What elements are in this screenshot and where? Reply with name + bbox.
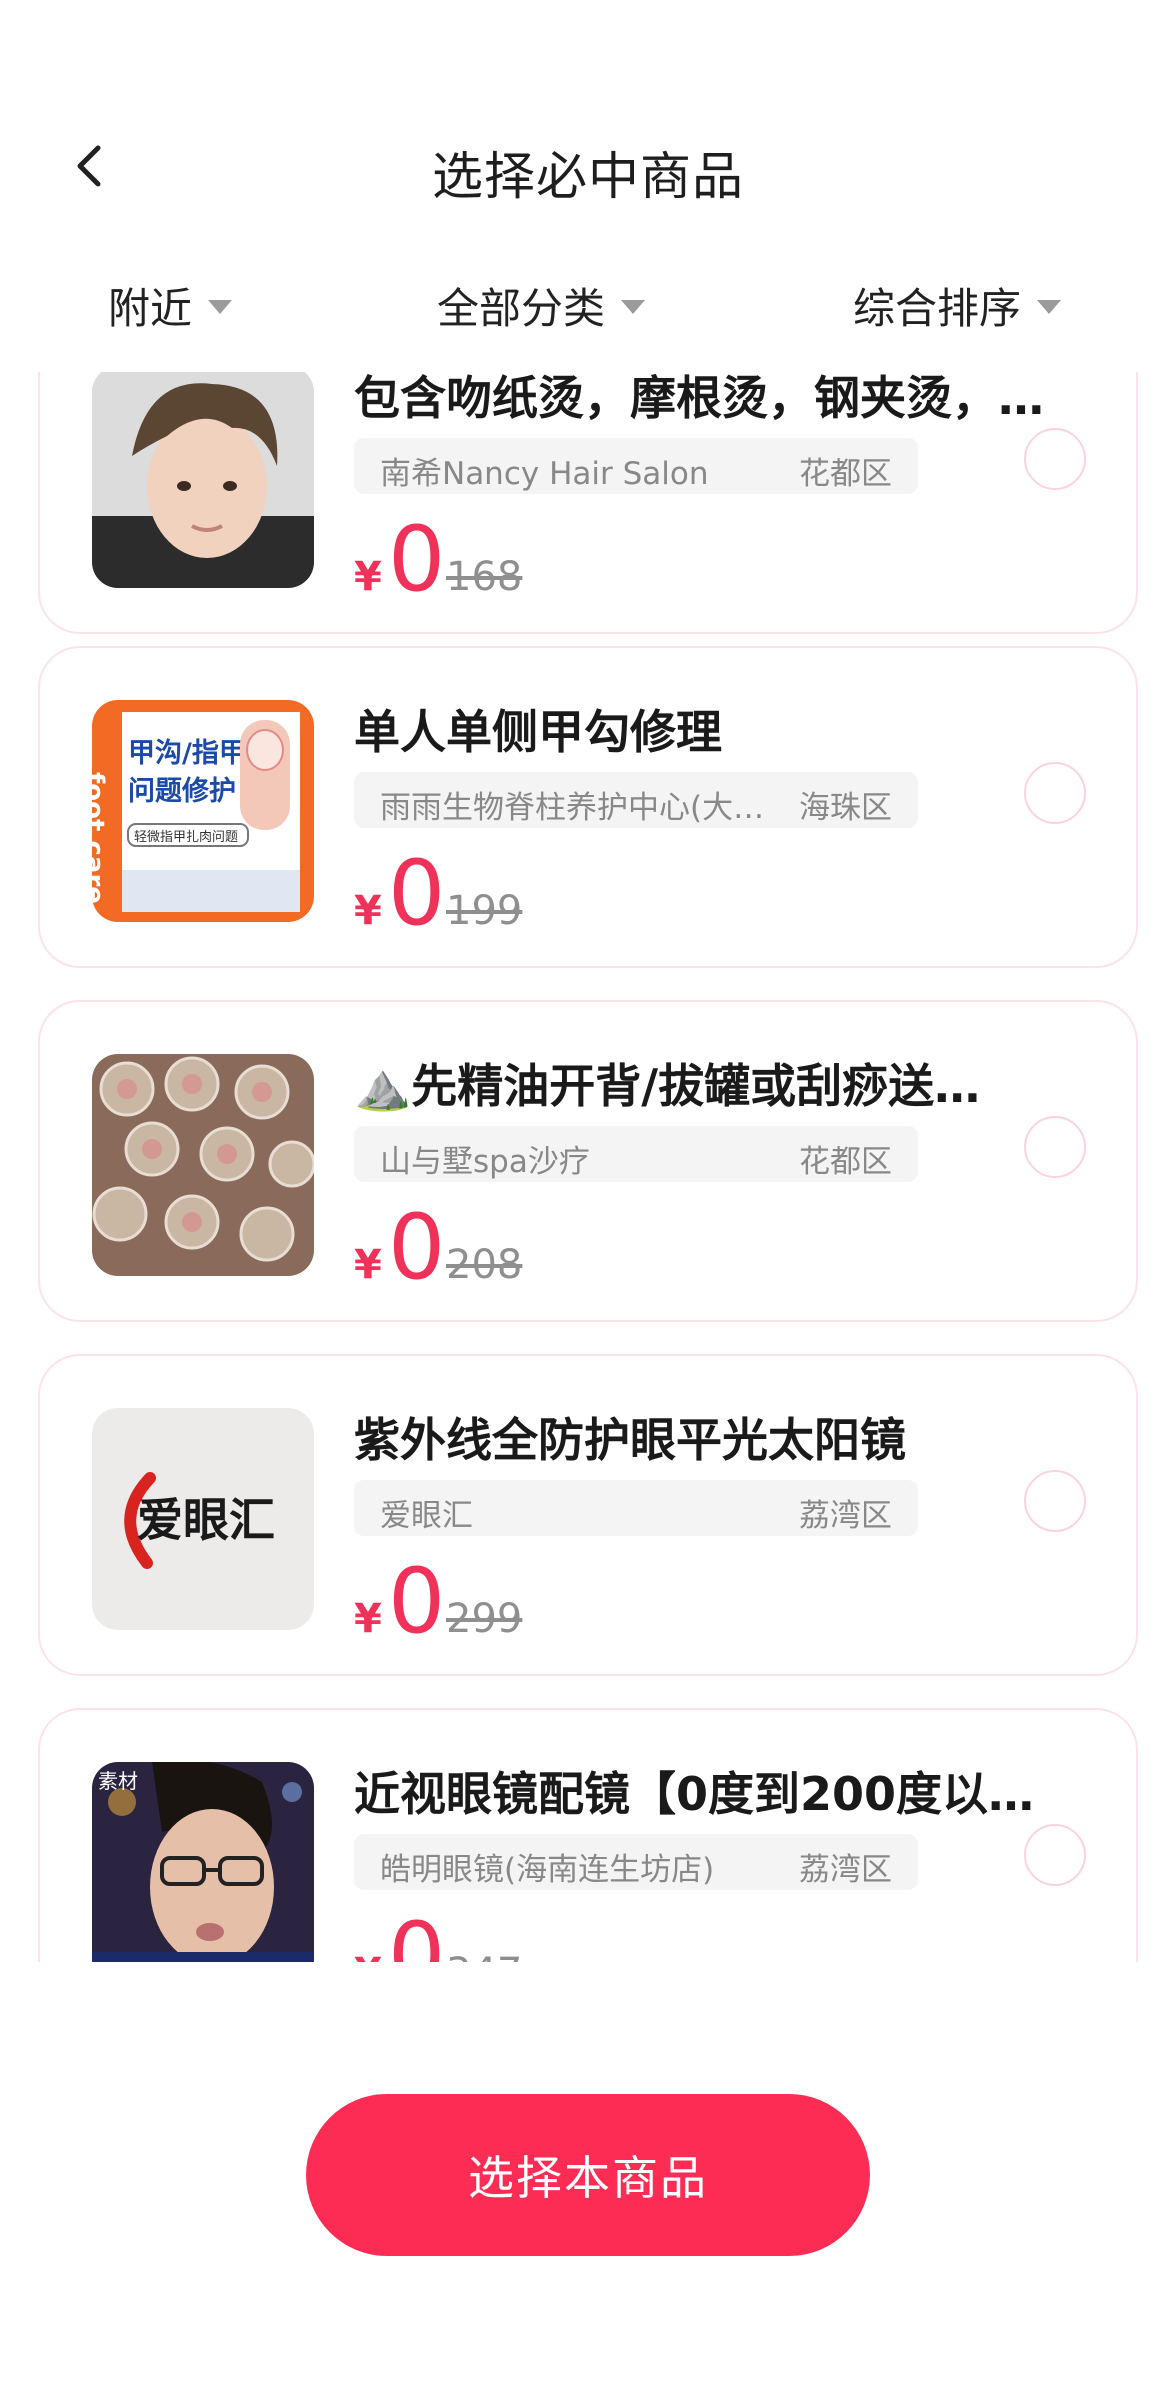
thumb-logo-text: 爱眼汇 <box>137 1493 275 1547</box>
filter-nearby[interactable]: 附近 <box>108 270 233 340</box>
price-row: ¥ 0 208 <box>354 1200 654 1296</box>
shop-info: 南希Nancy Hair Salon 花都区 <box>354 438 918 494</box>
currency-symbol: ¥ <box>354 1950 382 1962</box>
filter-category-label: 全部分类 <box>437 283 606 333</box>
original-price: 199 <box>446 888 523 934</box>
price: 0 <box>388 1549 446 1654</box>
price-row: ¥ 0 347 <box>354 1903 654 1963</box>
currency-symbol: ¥ <box>354 1596 382 1642</box>
currency-symbol: ¥ <box>354 554 382 600</box>
select-radio[interactable] <box>1024 1824 1086 1886</box>
price-row: ¥ 0 199 <box>354 846 654 942</box>
filter-sort[interactable]: 综合排序 <box>853 270 1062 340</box>
thumb-tag: 轻微指甲扎肉问题 <box>134 830 238 845</box>
select-product-button[interactable]: 选择本商品 <box>306 2094 870 2256</box>
price: 0 <box>388 841 446 946</box>
product-thumbnail: 素材 <box>92 1762 314 1962</box>
original-price: 299 <box>446 1596 523 1642</box>
filter-nearby-label: 附近 <box>108 283 193 333</box>
shop-name: 皓明眼镜(海南连生坊店) <box>380 1852 715 1888</box>
original-price: 168 <box>446 554 523 600</box>
filter-sort-label: 综合排序 <box>853 283 1022 333</box>
product-thumbnail <box>92 372 314 588</box>
price: 0 <box>388 1195 446 1300</box>
caret-down-icon <box>208 300 233 314</box>
product-title: 近视眼镜配镜【0度到200度以内… <box>354 1767 1074 1821</box>
shop-info: 山与墅spa沙疗 花都区 <box>354 1126 918 1182</box>
shop-district: 荔湾区 <box>799 1498 892 1534</box>
currency-symbol: ¥ <box>354 888 382 934</box>
product-title: 紫外线全防护眼平光太阳镜 <box>354 1413 906 1467</box>
select-radio[interactable] <box>1024 1470 1086 1532</box>
shop-district: 花都区 <box>799 456 892 492</box>
shop-info: 雨雨生物脊柱养护中心(大… 海珠区 <box>354 772 918 828</box>
original-price: 208 <box>446 1242 523 1288</box>
select-radio[interactable] <box>1024 428 1086 490</box>
select-radio[interactable] <box>1024 762 1086 824</box>
currency-symbol: ¥ <box>354 1242 382 1288</box>
product-title: ⛰️先精油开背/拔罐或刮痧送… <box>354 1059 981 1113</box>
product-list[interactable]: 包含吻纸烫，摩根烫，钢夹烫，… 南希Nancy Hair Salon 花都区 ¥… <box>0 372 1176 1962</box>
product-card[interactable]: 爱眼汇 紫外线全防护眼平光太阳镜 爱眼汇 荔湾区 ¥ 0 299 <box>38 1354 1138 1676</box>
header: 选择必中商品 <box>0 100 1176 230</box>
thumb-corner-text: 素材 <box>98 1769 138 1793</box>
shop-name: 山与墅spa沙疗 <box>380 1144 590 1180</box>
thumb-line1: 甲沟/指甲 <box>128 738 246 769</box>
product-thumbnail <box>92 1054 314 1276</box>
product-thumbnail: foot care 甲沟/指甲 问题修护 轻微指甲扎肉问题 <box>92 700 314 922</box>
shop-info: 爱眼汇 荔湾区 <box>354 1480 918 1536</box>
caret-down-icon <box>1037 300 1062 314</box>
price-row: ¥ 0 299 <box>354 1554 654 1650</box>
bottom-sheet: 选择必中商品 附近 全部分类 综合排序 包含吻纸烫，摩根烫，钢夹烫，… 南希Na… <box>0 0 1176 2400</box>
shop-info: 皓明眼镜(海南连生坊店) 荔湾区 <box>354 1834 918 1890</box>
shop-district: 荔湾区 <box>799 1852 892 1888</box>
filter-category[interactable]: 全部分类 <box>437 270 646 340</box>
original-price: 347 <box>446 1950 522 1962</box>
price: 0 <box>388 507 446 612</box>
price: 0 <box>388 1903 446 1963</box>
thumb-line2: 问题修护 <box>128 776 236 807</box>
page-title: 选择必中商品 <box>431 148 744 207</box>
shop-name: 雨雨生物脊柱养护中心(大… <box>380 790 765 826</box>
product-card[interactable]: foot care 甲沟/指甲 问题修护 轻微指甲扎肉问题 单人单侧甲勾修理 雨… <box>38 646 1138 968</box>
product-title: 单人单侧甲勾修理 <box>354 705 722 759</box>
select-radio[interactable] <box>1024 1116 1086 1178</box>
shop-name: 南希Nancy Hair Salon <box>380 456 709 492</box>
shop-name: 爱眼汇 <box>380 1498 473 1534</box>
product-card[interactable]: ⛰️先精油开背/拔罐或刮痧送… 山与墅spa沙疗 花都区 ¥ 0 208 <box>38 1000 1138 1322</box>
product-card[interactable]: 素材 近视眼镜配镜【0度到200度以内… 皓明眼镜(海南连生坊店) 荔湾区 ¥ … <box>38 1708 1138 1962</box>
caret-down-icon <box>621 300 646 314</box>
product-card[interactable]: 包含吻纸烫，摩根烫，钢夹烫，… 南希Nancy Hair Salon 花都区 ¥… <box>38 372 1138 634</box>
product-title: 包含吻纸烫，摩根烫，钢夹烫，… <box>354 372 1044 425</box>
price-row: ¥ 0 168 <box>354 512 654 608</box>
filter-bar: 附近 全部分类 综合排序 <box>0 270 1176 340</box>
thumb-side-text: foot care <box>92 772 109 904</box>
shop-district: 花都区 <box>799 1144 892 1180</box>
shop-district: 海珠区 <box>799 790 892 826</box>
product-thumbnail: 爱眼汇 <box>92 1408 314 1630</box>
